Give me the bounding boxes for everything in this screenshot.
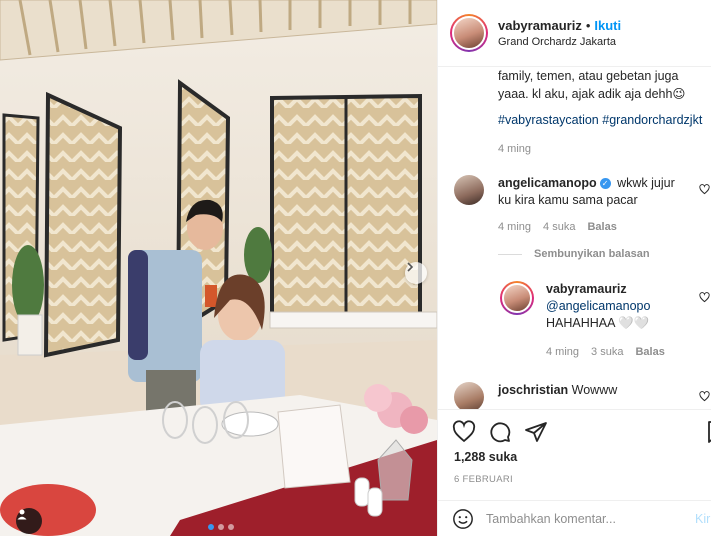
verified-badge-icon: ✓ — [599, 178, 611, 190]
commenter-avatar[interactable] — [454, 175, 484, 205]
caption-text: family, temen, atau gebetan juga yaaa. k… — [498, 69, 686, 101]
carousel-dot — [208, 524, 214, 530]
commenter-username[interactable]: joschristian — [498, 383, 568, 397]
user-tag-icon — [17, 509, 27, 520]
caption-hashtags: #vabyrastaycation #grandorchardzjkt — [498, 113, 702, 127]
reply-text: HAHAHHAA 🤍🤍 — [546, 316, 650, 330]
share-send-icon[interactable] — [524, 420, 548, 444]
likes-count[interactable]: 1,288 suka — [454, 450, 517, 464]
divider — [498, 253, 522, 255]
comment-like-icon[interactable] — [699, 184, 710, 195]
post-header: vabyramauriz • Ikuti Grand Orchardz Jaka… — [438, 0, 711, 67]
hashtag-link[interactable]: #grandorchardzjkt — [602, 113, 702, 127]
post-sidebar: vabyramauriz • Ikuti Grand Orchardz Jaka… — [437, 0, 711, 536]
chevron-right-icon — [407, 262, 414, 272]
separator-dot: • — [585, 18, 591, 33]
photo-illustration — [0, 0, 437, 536]
carousel-dot — [228, 524, 234, 530]
hide-replies-label: Sembunyikan balasan — [534, 248, 650, 260]
author-avatar[interactable] — [450, 14, 488, 52]
action-bar — [438, 409, 711, 453]
like-heart-icon[interactable] — [452, 420, 476, 444]
comment-bubble-icon[interactable] — [488, 420, 512, 444]
commenter-username[interactable]: angelicamanopo — [498, 176, 597, 190]
comment-item: joschristian Wowww — [454, 382, 688, 409]
caption-timestamp[interactable]: 4 ming — [498, 143, 531, 155]
tagged-users-button[interactable] — [16, 508, 42, 534]
post-location[interactable]: Grand Orchardz Jakarta — [498, 36, 621, 48]
emoji-smiley-icon[interactable] — [452, 508, 474, 530]
bookmark-icon[interactable] — [704, 420, 711, 444]
comment-likes[interactable]: 4 suka — [543, 219, 575, 236]
commenter-avatar[interactable] — [454, 382, 484, 409]
reply-item: vabyramauriz @angelicamanopo HAHAHHAA 🤍🤍… — [500, 281, 696, 361]
comment-item: angelicamanopo ✓ wkwk jujur ku kira kamu … — [454, 175, 688, 236]
reply-time[interactable]: 4 ming — [546, 344, 579, 361]
post-photo[interactable] — [0, 0, 437, 536]
hide-replies-button[interactable]: Sembunyikan balasan — [498, 248, 650, 260]
hashtag-link[interactable]: #vabyrastaycation — [498, 113, 599, 127]
comments-list[interactable]: family, temen, atau gebetan juga yaaa. k… — [438, 67, 711, 409]
reply-likes[interactable]: 3 suka — [591, 344, 623, 361]
post-comment-button[interactable]: Kir — [695, 512, 710, 526]
carousel-indicator — [208, 524, 234, 530]
add-comment-bar — [438, 500, 711, 536]
next-slide-button[interactable] — [405, 262, 427, 284]
reply-mention[interactable]: @angelicamanopo — [546, 299, 650, 313]
post-date[interactable]: 6 FEBRUARI — [454, 474, 513, 485]
reply-button[interactable]: Balas — [635, 344, 664, 361]
carousel-dot — [218, 524, 224, 530]
reply-like-icon[interactable] — [699, 292, 710, 303]
author-username[interactable]: vabyramauriz — [498, 18, 582, 33]
reply-avatar[interactable] — [500, 281, 534, 315]
reply-button[interactable]: Balas — [587, 219, 616, 236]
follow-button[interactable]: Ikuti — [594, 18, 621, 33]
comment-input[interactable] — [486, 511, 686, 526]
comment-time[interactable]: 4 ming — [498, 219, 531, 236]
comment-like-icon[interactable] — [699, 391, 710, 402]
comment-text: Wowww — [571, 383, 618, 397]
reply-username[interactable]: vabyramauriz — [546, 282, 627, 296]
